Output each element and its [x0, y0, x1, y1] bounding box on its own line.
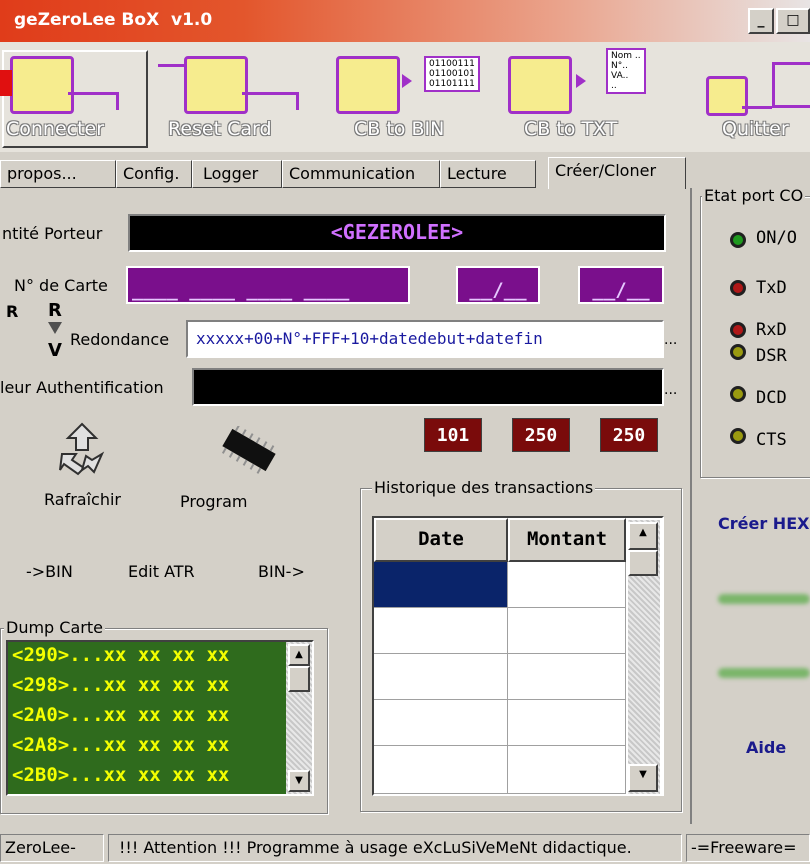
window-title: geZeroLee BoX v1.0 [14, 10, 213, 30]
chip-reset-icon[interactable] [184, 56, 248, 114]
table-cell[interactable] [374, 654, 508, 700]
table-cell[interactable] [374, 608, 508, 654]
identity-field[interactable]: <GEZEROLEE> [128, 214, 666, 252]
text-doc-icon: Nom .. N°.. VA.. .. [606, 48, 646, 94]
history-title: Historique des transactions [372, 478, 596, 497]
dump-title: Dump Carte [4, 618, 105, 637]
counter-3: 250 [600, 418, 658, 452]
help-button[interactable]: Aide [746, 738, 786, 757]
bin-from-button[interactable]: BIN-> [258, 562, 305, 581]
led-cts-label: CTS [756, 430, 787, 450]
connect-label: Connecter [6, 118, 105, 140]
redundancy-field[interactable]: xxxxx+00+N°+FFF+10+datedebut+datefin [186, 320, 664, 358]
status-left: ZeroLee- [0, 834, 104, 862]
tab-logger[interactable]: Logger [192, 160, 282, 188]
table-cell[interactable] [508, 700, 626, 746]
chip-connect-icon [10, 56, 74, 114]
scroll-thumb[interactable] [628, 550, 658, 576]
auth-more-button[interactable]: ... [664, 382, 677, 398]
table-cell[interactable] [374, 700, 508, 746]
edit-atr-button[interactable]: Edit ATR [128, 562, 195, 581]
table-cell[interactable] [508, 608, 626, 654]
table-cell[interactable] [508, 562, 626, 608]
counter-1: 101 [424, 418, 482, 452]
cb-to-txt-label[interactable]: CB to TXT [524, 118, 617, 140]
led-txd-icon [730, 280, 746, 296]
dump-line: <2A0>...xx xx xx xx [12, 704, 230, 726]
tab-communication[interactable]: Communication [282, 160, 440, 188]
tab-lecture[interactable]: Lecture [440, 160, 536, 188]
redundancy-more-button[interactable]: ... [664, 332, 677, 348]
arrow-right-icon [402, 74, 412, 88]
dump-line: <2A8>...xx xx xx xx [12, 734, 230, 756]
recycle-icon[interactable] [56, 420, 108, 476]
led-txd-label: TxD [756, 278, 787, 298]
end-date-field[interactable]: __/__ [578, 266, 664, 304]
maximize-button[interactable]: □ [776, 8, 810, 34]
table-cell[interactable] [508, 654, 626, 700]
status-message: !!! Attention !!! Programme à usage eXcL… [108, 834, 682, 862]
dump-line: <290>...xx xx xx xx [12, 644, 230, 666]
program-button[interactable]: Program [180, 492, 248, 511]
dump-line: <298>...xx xx xx xx [12, 674, 230, 696]
led-dsr-icon [730, 344, 746, 360]
column-date[interactable]: Date [374, 518, 508, 562]
chip-bin-icon[interactable] [336, 56, 400, 114]
table-cell[interactable] [374, 746, 508, 794]
column-amount[interactable]: Montant [508, 518, 626, 562]
card-number-field[interactable]: ____ ____ ____ ____ [126, 266, 410, 304]
auth-field[interactable] [192, 368, 664, 406]
scroll-down-icon[interactable]: ▼ [628, 764, 658, 792]
refresh-button[interactable]: Rafraîchir [44, 490, 121, 509]
tab-about[interactable]: propos... [0, 160, 116, 188]
led-rxd-icon [730, 322, 746, 338]
led-dsr-label: DSR [756, 346, 787, 366]
rv-bottom-label: V [48, 340, 62, 361]
table-cell-selected[interactable] [374, 562, 508, 608]
cb-to-bin-label[interactable]: CB to BIN [354, 118, 444, 140]
to-bin-button[interactable]: ->BIN [26, 562, 73, 581]
tab-create-clone[interactable]: Créer/Cloner [548, 157, 686, 189]
tab-config[interactable]: Config. [116, 160, 192, 188]
table-cell[interactable] [508, 746, 626, 794]
card-edge-icon [0, 70, 12, 96]
auth-label: leur Authentification [0, 378, 164, 397]
rv-top-label: R [48, 300, 62, 321]
led-on-label: ON/O [756, 228, 797, 248]
arrow-right-icon [576, 74, 586, 88]
counter-2: 250 [512, 418, 570, 452]
door-icon [772, 62, 810, 108]
create-hex-button[interactable]: Créer HEX [718, 514, 809, 533]
chip-txt-icon[interactable] [508, 56, 572, 114]
led-dcd-label: DCD [756, 388, 787, 408]
led-cts-icon [730, 428, 746, 444]
dump-line: <2B0>...xx xx xx xx [12, 764, 230, 786]
ic-chip-icon[interactable] [216, 426, 282, 474]
scroll-down-icon[interactable]: ▼ [288, 770, 310, 792]
triangle-down-icon [48, 322, 62, 334]
led-on-icon [730, 232, 746, 248]
blurred-button[interactable] [718, 594, 810, 604]
identity-label: ntité Porteur [2, 224, 103, 243]
card-number-label: N° de Carte [14, 276, 108, 295]
r-label: R [6, 302, 19, 321]
binary-doc-icon: 01100111 01100101 01101111 [424, 56, 480, 92]
reset-card-label[interactable]: Reset Card [168, 118, 272, 140]
scroll-thumb[interactable] [288, 666, 310, 692]
minimize-button[interactable]: _ [748, 8, 774, 34]
scroll-up-icon[interactable]: ▲ [628, 522, 658, 550]
start-date-field[interactable]: __/__ [456, 266, 540, 304]
blurred-button[interactable] [718, 668, 810, 678]
quit-label[interactable]: Quitter [722, 118, 789, 140]
scroll-up-icon[interactable]: ▲ [288, 644, 310, 666]
led-dcd-icon [730, 386, 746, 402]
status-right: -=Freeware= [686, 834, 810, 862]
redundancy-label: Redondance [70, 330, 170, 349]
port-status-title: Etat port CO [702, 186, 806, 205]
chip-quit-icon[interactable] [706, 76, 748, 116]
led-rxd-label: RxD [756, 320, 787, 340]
